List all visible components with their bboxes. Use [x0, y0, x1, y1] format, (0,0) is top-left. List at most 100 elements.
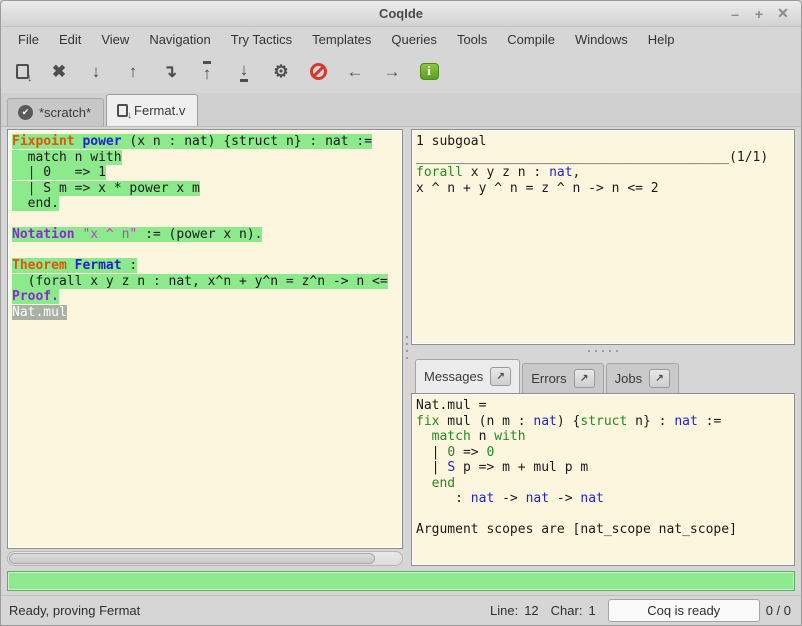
forward-icon[interactable]: → — [377, 57, 407, 85]
code-line — [12, 243, 400, 259]
scrollbar-thumb[interactable] — [9, 553, 375, 564]
document-icon — [117, 104, 128, 117]
new-tab-icon — [16, 64, 29, 79]
make-icon: ⚙ — [273, 63, 288, 80]
tab-errors[interactable]: Errors ↗ — [522, 363, 603, 393]
go-to-end-icon: ↓ — [240, 61, 249, 82]
menu-item-compile[interactable]: Compile — [498, 29, 564, 50]
detach-icon[interactable]: ↗ — [649, 369, 670, 388]
minimize-button[interactable]: – — [727, 6, 743, 22]
about-icon[interactable]: i — [414, 57, 444, 85]
menu-item-tools[interactable]: Tools — [448, 29, 496, 50]
tab-label: *scratch* — [39, 105, 91, 120]
back-icon[interactable]: ← — [340, 57, 370, 85]
menu-item-templates[interactable]: Templates — [303, 29, 380, 50]
goals-view[interactable]: 1 subgoal_______________________________… — [411, 129, 795, 345]
back-icon: ← — [347, 63, 364, 80]
code-line: end — [416, 476, 790, 492]
job-counter: 0 / 0 — [766, 603, 791, 618]
menu-item-navigation[interactable]: Navigation — [140, 29, 219, 50]
script-editor[interactable]: Fixpoint power (x n : nat) {struct n} : … — [7, 129, 403, 549]
forward-icon: → — [384, 63, 401, 80]
go-to-start-icon: ↑ — [203, 61, 212, 82]
close-tab-icon: ✖ — [52, 63, 66, 80]
status-right: Line: 12 Char: 1 Coq is ready 0 / 0 — [490, 599, 791, 622]
status-message: Ready, proving Fermat — [9, 603, 140, 618]
progress-bar — [7, 571, 795, 591]
menu-item-queries[interactable]: Queries — [382, 29, 446, 50]
line-label: Line: — [490, 603, 518, 618]
code-line — [12, 212, 400, 228]
close-tab-icon[interactable]: ✖ — [44, 57, 74, 85]
menu-item-windows[interactable]: Windows — [566, 29, 637, 50]
tab-fermatv[interactable]: Fermat.v — [106, 94, 198, 126]
code-line: | S p => m + mul p m — [416, 460, 790, 476]
code-line: match n with — [12, 150, 400, 166]
tab-messages[interactable]: Messages↗ — [415, 359, 520, 393]
code-line: forall x y z n : nat, — [416, 165, 790, 181]
menu-item-help[interactable]: Help — [639, 29, 684, 50]
code-line: x ^ n + y ^ n = z ^ n -> n <= 2 — [416, 181, 790, 197]
messages-view[interactable]: Nat.mul =fix mul (n m : nat) {struct n} … — [411, 393, 795, 566]
main-area: Fixpoint power (x n : nat) {struct n} : … — [1, 127, 801, 566]
forward-one-icon[interactable]: ↓ — [81, 57, 111, 85]
code-line: | 0 => 1 — [12, 165, 400, 181]
titlebar[interactable]: CoqIde – + ✕ — [1, 1, 801, 27]
document-tabstrip: ✔ *scratch* Fermat.v — [1, 93, 801, 127]
forward-one-icon: ↓ — [92, 63, 101, 80]
go-to-cursor-icon[interactable]: ↴ — [155, 57, 185, 85]
char-label: Char: — [551, 603, 583, 618]
proof-pane: 1 subgoal_______________________________… — [411, 129, 795, 566]
menu-item-edit[interactable]: Edit — [50, 29, 90, 50]
detach-icon[interactable]: ↗ — [490, 367, 511, 386]
new-tab-icon[interactable] — [7, 57, 37, 85]
code-line: ________________________________________… — [416, 150, 790, 166]
pane-splitter-vertical[interactable] — [403, 129, 411, 566]
line-value: 12 — [524, 603, 538, 618]
go-to-cursor-icon: ↴ — [163, 63, 177, 80]
menu-item-view[interactable]: View — [92, 29, 138, 50]
code-line: : nat -> nat -> nat — [416, 491, 790, 507]
pane-splitter-horizontal[interactable] — [411, 345, 795, 357]
menu-item-try-tactics[interactable]: Try Tactics — [222, 29, 301, 50]
code-line: fix mul (n m : nat) {struct n} : nat := — [416, 414, 790, 430]
coqide-window: CoqIde – + ✕ FileEditViewNavigationTry T… — [0, 0, 802, 626]
code-line: 1 subgoal — [416, 134, 790, 150]
code-line: (forall x y z n : nat, x^n + y^n = z^n -… — [12, 274, 400, 290]
maximize-button[interactable]: + — [751, 6, 767, 22]
code-line — [416, 507, 790, 523]
code-line: Nat.mul — [12, 305, 400, 321]
code-line: Notation "x ^ n" := (power x n). — [12, 227, 400, 243]
code-line: Nat.mul = — [416, 398, 790, 414]
script-pane: Fixpoint power (x n : nat) {struct n} : … — [7, 129, 403, 566]
backward-one-icon: ↑ — [129, 63, 138, 80]
tab-jobs[interactable]: Jobs ↗ — [606, 363, 679, 393]
backward-one-icon[interactable]: ↑ — [118, 57, 148, 85]
menu-bar: FileEditViewNavigationTry TacticsTemplat… — [1, 27, 801, 51]
go-to-end-icon[interactable]: ↓ — [229, 57, 259, 85]
check-icon: ✔ — [18, 105, 33, 120]
interrupt-icon — [310, 63, 327, 80]
window-title: CoqIde — [1, 6, 801, 21]
progress-row — [1, 566, 801, 595]
code-line: | S m => x * power x m — [12, 181, 400, 197]
window-controls: – + ✕ — [727, 6, 801, 22]
about-icon: i — [420, 63, 439, 80]
code-line: end. — [12, 196, 400, 212]
tab-label: Errors — [531, 371, 566, 386]
tab-scratch[interactable]: ✔ *scratch* — [7, 98, 104, 126]
toolbar: ✖ ↓ ↑ ↴ ↑ ↓ ⚙ ← → i — [1, 51, 801, 91]
interrupt-icon[interactable] — [303, 57, 333, 85]
code-line: Proof. — [12, 289, 400, 305]
menu-item-file[interactable]: File — [9, 29, 48, 50]
code-line: Theorem Fermat : — [12, 258, 400, 274]
go-to-start-icon[interactable]: ↑ — [192, 57, 222, 85]
tab-label: Jobs — [615, 371, 642, 386]
status-bar: Ready, proving Fermat Line: 12 Char: 1 C… — [1, 595, 801, 625]
make-icon[interactable]: ⚙ — [266, 57, 296, 85]
messages-tabstrip: Messages↗ Errors ↗ Jobs ↗ — [411, 357, 795, 393]
code-line: | 0 => 0 — [416, 445, 790, 461]
horizontal-scrollbar[interactable] — [7, 551, 403, 566]
close-button[interactable]: ✕ — [775, 6, 791, 22]
detach-icon[interactable]: ↗ — [574, 369, 595, 388]
